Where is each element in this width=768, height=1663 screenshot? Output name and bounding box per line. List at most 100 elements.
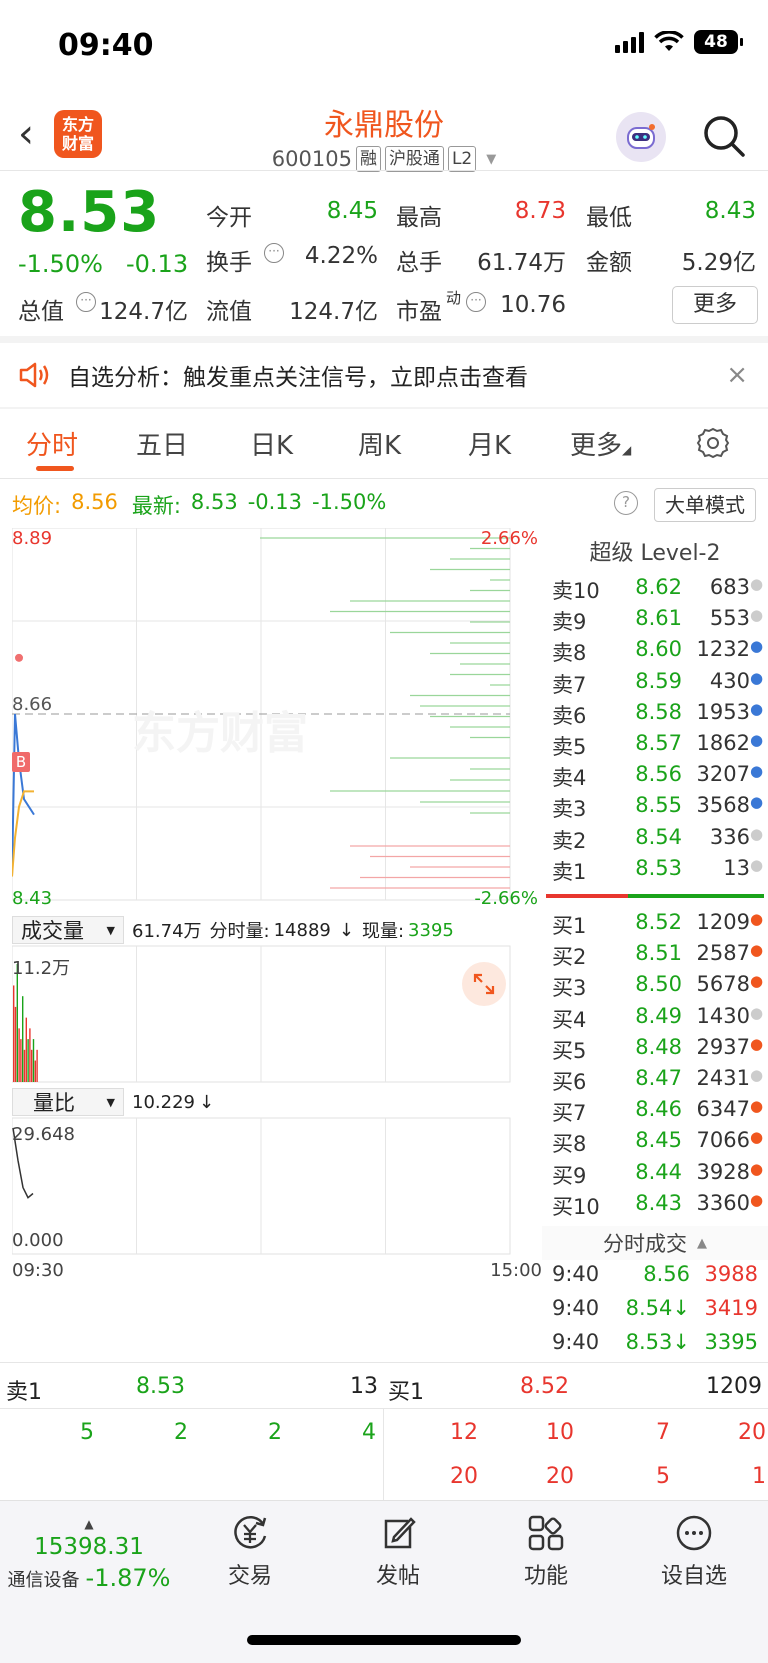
tab-week-k[interactable]: 周K xyxy=(358,425,401,462)
asks-level-price: 8.60 xyxy=(635,637,682,662)
tab-day-k[interactable]: 日K xyxy=(250,425,293,462)
tab-post[interactable]: 发帖 xyxy=(348,1512,448,1590)
volume-max-label: 11.2万 xyxy=(12,958,71,979)
asks-level-name: 卖9 xyxy=(552,610,587,635)
expand-icon[interactable] xyxy=(462,962,506,1006)
close-icon[interactable]: × xyxy=(726,360,748,390)
pct-high-label: 2.66% xyxy=(480,528,538,549)
queue-sell-price: 8.53 xyxy=(136,1374,185,1399)
volume-bar xyxy=(32,1039,35,1082)
trade-time: 9:40 xyxy=(552,1330,600,1354)
assistant-robot-icon[interactable] xyxy=(616,112,666,162)
avg-value: 8.56 xyxy=(71,490,118,514)
volume-bar xyxy=(25,1017,27,1082)
tab-month-k[interactable]: 月K xyxy=(468,425,511,462)
price-high-label: 8.89 xyxy=(12,528,53,549)
bids-level-name: 买3 xyxy=(552,976,587,1001)
tab-watchlist[interactable]: 设自选 xyxy=(644,1512,744,1590)
bids-level-volume: 3928 xyxy=(696,1159,750,1184)
ratio-dropdown[interactable]: 量比 ▼ xyxy=(12,1088,124,1116)
asks-row: 卖7 8.59 430 ● xyxy=(552,669,763,699)
minute-vol-arrow: ↓ xyxy=(338,919,354,941)
wifi-icon xyxy=(654,31,684,51)
current-price: 8.53 xyxy=(18,180,161,245)
asks-row: 卖1 8.53 13 ● xyxy=(552,855,764,886)
trades-title[interactable]: 分时成交 ▲ xyxy=(542,1226,768,1260)
value-float-value: 124.7亿 xyxy=(289,299,378,325)
asks-level-volume: 1953 xyxy=(696,699,750,724)
trade-time: 9:40 xyxy=(552,1262,600,1286)
bids-row: 买8 8.45 7066 ● xyxy=(552,1128,763,1158)
asks-row: 卖2 8.54 336 ● xyxy=(552,824,763,855)
status-dot-icon: ● xyxy=(750,855,764,874)
label-volume: 总手 xyxy=(396,250,442,276)
asks-row: 卖5 8.57 1862 ● xyxy=(552,731,763,761)
buy-queue-order: 12 xyxy=(450,1420,478,1445)
bids-level-price: 8.43 xyxy=(635,1190,682,1215)
index-pct: -1.87% xyxy=(85,1564,171,1592)
tab-functions-label: 功能 xyxy=(523,1564,568,1589)
caret-up-icon: ▲ xyxy=(84,1517,94,1531)
help-icon[interactable]: ? xyxy=(614,491,638,515)
tab-watchlist-label: 设自选 xyxy=(660,1564,727,1589)
latest-label: 最新: xyxy=(131,494,181,518)
battery-icon: 48 xyxy=(694,30,743,54)
bids-row: 买5 8.48 2937 ● xyxy=(552,1035,763,1065)
buy-queue-order: 20 xyxy=(450,1464,478,1489)
tab-functions[interactable]: 功能 xyxy=(496,1512,596,1590)
bids-row: 买1 8.52 1209 ● xyxy=(552,910,763,940)
intraday-chart[interactable]: 东方财富 8.89 2.66% 8.66 8.43 -2.66% B 成交量 ▼ … xyxy=(12,528,542,1364)
volume-bar xyxy=(18,1028,20,1082)
stock-code: 600105 xyxy=(271,147,352,171)
dropdown-caret-icon: ▼ xyxy=(106,1095,115,1109)
chart-info-line: 均价: 8.56 最新: 8.53 -0.13 -1.50% xyxy=(12,490,386,520)
info-icon[interactable]: ··· xyxy=(76,292,96,312)
trade-row: 9:40 8.56 3988 xyxy=(552,1262,762,1286)
asks-level-price: 8.54 xyxy=(635,824,682,849)
ratio-value: 10.229 xyxy=(132,1091,195,1113)
settings-gear-icon[interactable] xyxy=(696,426,730,460)
volume-bar xyxy=(23,1049,26,1082)
tab-more[interactable]: 更多◢ xyxy=(570,425,631,462)
tag-margin: 融 xyxy=(355,146,381,172)
bids-row: 买3 8.50 5678 ● xyxy=(552,972,764,1002)
bid-ratio-bar xyxy=(628,894,764,898)
ratio-min-label: 0.000 xyxy=(12,1230,64,1251)
asks-row: 卖9 8.61 553 ● xyxy=(552,606,764,636)
bids-level-name: 买10 xyxy=(552,1194,600,1219)
value-amount: 5.29亿 xyxy=(681,250,756,276)
label-total-value: 总值 xyxy=(18,299,64,325)
bids-level-name: 买8 xyxy=(552,1132,587,1157)
tag-connect: 沪股通 xyxy=(384,146,444,172)
index-widget[interactable]: ▲ 15398.31 通信设备 -1.87% xyxy=(0,1518,178,1592)
info-icon[interactable]: ··· xyxy=(466,292,486,312)
status-icons: 48 xyxy=(615,30,743,54)
b-marker[interactable]: B xyxy=(12,752,30,772)
tab-intraday[interactable]: 分时 xyxy=(26,425,78,462)
sell-queue-order: 2 xyxy=(268,1420,282,1445)
more-quote-button[interactable]: 更多 xyxy=(672,286,758,324)
status-dot-icon: ● xyxy=(750,1097,764,1116)
tab-trade[interactable]: 交易 xyxy=(200,1512,300,1590)
asks-row: 卖10 8.62 683 ● xyxy=(552,575,763,605)
analysis-banner[interactable]: 自选分析：触发重点关注信号，立即点击查看 × xyxy=(0,343,768,407)
queue-buy-price: 8.52 xyxy=(520,1374,569,1399)
asks-row: 卖4 8.56 3207 ● xyxy=(552,762,763,792)
edit-post-icon xyxy=(384,1517,416,1549)
search-icon[interactable] xyxy=(702,112,746,160)
functions-grid-icon xyxy=(528,1515,564,1551)
avg-label: 均价: xyxy=(12,494,62,518)
big-order-mode-button[interactable]: 大单模式 xyxy=(654,488,756,522)
bids-level-name: 买7 xyxy=(552,1101,587,1126)
tab-five-day[interactable]: 五日 xyxy=(136,425,188,462)
status-dot-icon: ● xyxy=(750,606,764,625)
tab-more-label: 更多 xyxy=(570,431,623,461)
status-dot-icon: ● xyxy=(750,972,764,991)
status-time: 09:40 xyxy=(58,28,154,63)
bids-level-volume: 6347 xyxy=(696,1097,750,1122)
bids-level-volume: 1430 xyxy=(696,1003,750,1028)
volume-dropdown[interactable]: 成交量 ▼ xyxy=(12,916,124,944)
info-icon[interactable]: ··· xyxy=(264,243,284,263)
value-volume: 61.74万 xyxy=(477,250,566,276)
asks-level-price: 8.53 xyxy=(635,855,682,880)
